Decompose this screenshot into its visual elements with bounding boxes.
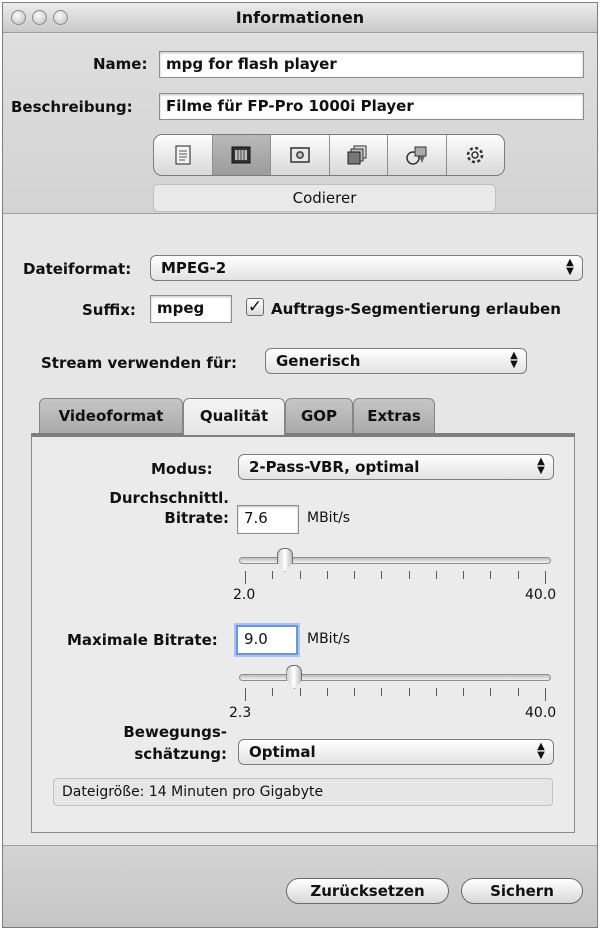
tab-gop[interactable]: GOP	[285, 398, 353, 434]
motion-popup[interactable]: Optimal ▲ ▼	[238, 739, 554, 765]
selected-pane-label: Codierer	[153, 184, 496, 212]
filters-icon	[290, 147, 310, 163]
slider-tick	[517, 571, 519, 579]
slider-tick	[490, 571, 492, 579]
popup-arrows-icon: ▲ ▼	[537, 741, 545, 761]
dateiformat-label: Dateiformat:	[23, 260, 132, 278]
tab-divider	[31, 433, 575, 437]
motion-label-line2: schätzung:	[134, 745, 227, 763]
suffix-field[interactable]: mpeg	[150, 295, 232, 323]
tab-videoformat[interactable]: Videoformat	[39, 398, 183, 434]
slider-tick	[354, 571, 356, 579]
motion-value: Optimal	[249, 743, 316, 761]
slider-tick	[354, 688, 356, 696]
avg-slider-max: 40.0	[525, 587, 557, 603]
frame-controls-pane-button[interactable]	[330, 135, 388, 175]
title-bar[interactable]: Informationen	[3, 3, 597, 33]
slider-tick	[381, 688, 383, 696]
slider-tick	[463, 688, 465, 696]
slider-tick	[408, 688, 410, 696]
slider-tick	[326, 571, 328, 579]
actions-pane-button[interactable]	[447, 135, 505, 175]
dateiformat-popup[interactable]: MPEG-2 ▲ ▼	[150, 255, 583, 281]
slider-tick	[381, 571, 383, 579]
slider-tick	[408, 571, 410, 579]
popup-arrows-icon: ▲ ▼	[510, 350, 518, 370]
slider-tick	[463, 571, 465, 579]
max-slider-min: 2.3	[229, 705, 252, 721]
slider-tick	[517, 688, 519, 696]
save-button[interactable]: Sichern	[461, 878, 583, 904]
slider-tick	[326, 688, 328, 696]
slider-tick	[245, 688, 246, 701]
inspector-window: Informationen Name: mpg for flash player…	[2, 2, 598, 928]
slider-tick	[272, 688, 274, 696]
max-slider-max: 40.0	[525, 705, 557, 721]
slider-tick	[272, 571, 274, 579]
avg-bitrate-label-line2: Bitrate:	[164, 509, 229, 527]
frame-controls-icon	[347, 145, 367, 165]
dateiformat-value: MPEG-2	[161, 259, 227, 277]
filesize-info: Dateigröße: 14 Minuten pro Gigabyte	[53, 778, 553, 806]
stream-value: Generisch	[276, 352, 361, 370]
reset-button[interactable]: Zurücksetzen	[286, 878, 449, 904]
geometry-icon	[406, 146, 427, 165]
actions-icon	[467, 146, 484, 164]
checkmark-icon: ✓	[247, 297, 263, 317]
tab-qualitaet[interactable]: Qualität	[183, 398, 285, 435]
segment-checkbox[interactable]: ✓	[246, 298, 264, 316]
motion-label-line1: Bewegungs-	[123, 723, 227, 741]
tab-extras[interactable]: Extras	[353, 398, 435, 434]
avg-slider-min: 2.0	[233, 587, 256, 603]
avg-bitrate-label-line1: Durchschnittl.	[109, 489, 229, 507]
stream-popup[interactable]: Generisch ▲ ▼	[265, 348, 527, 374]
stream-label: Stream verwenden für:	[41, 354, 237, 372]
modus-label: Modus:	[151, 460, 213, 478]
popup-arrows-icon: ▲ ▼	[537, 456, 545, 476]
footer-bar: Zurücksetzen Sichern	[3, 845, 597, 927]
avg-bitrate-field[interactable]: 7.6	[237, 505, 299, 534]
slider-tick	[245, 571, 246, 584]
slider-tick	[545, 688, 546, 701]
filters-pane-button[interactable]	[271, 135, 330, 175]
encoder-icon	[231, 146, 251, 164]
modus-popup[interactable]: 2-Pass-VBR, optimal ▲ ▼	[238, 454, 554, 480]
max-bitrate-slider-track	[239, 674, 551, 681]
segment-checkbox-label[interactable]: Auftrags-Segmentierung erlauben	[271, 300, 561, 318]
max-bitrate-field[interactable]: 9.0	[236, 625, 298, 655]
summary-pane-button[interactable]	[154, 135, 213, 175]
max-bitrate-unit: MBit/s	[307, 631, 351, 647]
geometry-pane-button[interactable]	[388, 135, 447, 175]
suffix-label: Suffix:	[82, 301, 136, 319]
slider-tick	[545, 571, 546, 584]
slider-tick	[490, 688, 492, 696]
summary-icon	[175, 145, 191, 165]
slider-tick	[299, 571, 301, 579]
description-field[interactable]: Filme für FP-Pro 1000i Player	[159, 93, 584, 120]
description-label: Beschreibung:	[11, 98, 133, 116]
name-label: Name:	[93, 55, 148, 73]
max-bitrate-label: Maximale Bitrate:	[67, 631, 218, 649]
slider-tick	[299, 688, 301, 696]
avg-bitrate-unit: MBit/s	[307, 510, 351, 526]
name-field[interactable]: mpg for flash player	[159, 51, 584, 78]
slider-tick	[435, 571, 437, 579]
header-area: Name: mpg for flash player Beschreibung:…	[3, 34, 597, 214]
popup-arrows-icon: ▲ ▼	[566, 257, 574, 277]
pane-selector	[153, 134, 505, 176]
encoder-pane-button[interactable]	[212, 135, 271, 175]
window-title: Informationen	[235, 8, 365, 27]
modus-value: 2-Pass-VBR, optimal	[249, 458, 420, 476]
slider-tick	[435, 688, 437, 696]
